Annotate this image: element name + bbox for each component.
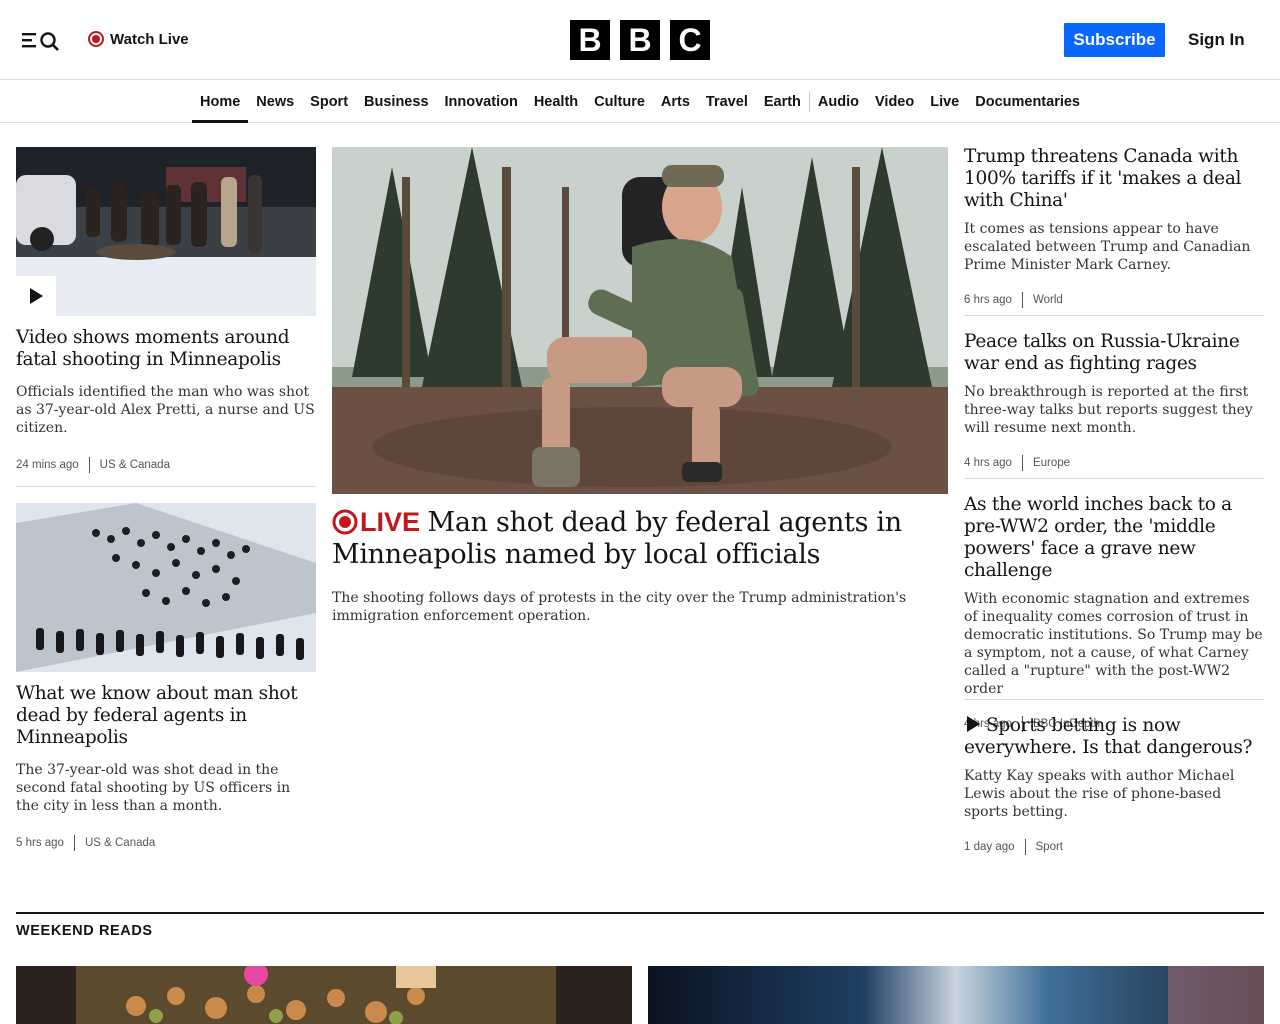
watch-live-label: Watch Live [110,30,189,48]
nav-item-culture[interactable]: Culture [586,81,653,122]
meta-divider [88,457,90,473]
story-summary: With economic stagnation and extremes of… [964,591,1263,697]
watch-live-link[interactable]: Watch Live [88,29,189,49]
story-summary: Katty Kay speaks with author Michael Lew… [964,768,1235,820]
logo-letter: B [620,20,660,60]
main-nav: Home News Sport Business Innovation Heal… [0,81,1280,123]
live-dot-icon [88,31,104,47]
story-summary: No breakthrough is reported at the first… [964,384,1253,436]
story-meta: 5 hrs ago US & Canada [16,835,316,851]
story-card[interactable]: As the world inches back to a pre-WW2 or… [964,494,1264,732]
nav-item-innovation[interactable]: Innovation [437,81,526,122]
live-label: LIVE [360,507,421,537]
top-bar: Watch Live B B C Subscribe Sign In [0,0,1280,80]
menu-search-button[interactable] [20,28,64,52]
play-icon [30,288,43,304]
play-icon [967,716,980,732]
nav-item-sport[interactable]: Sport [302,81,356,122]
lead-headline[interactable]: LIVE Man shot dead by federal agents in … [332,506,948,571]
story-summary: Officials identified the man who was sho… [16,384,315,436]
story-section[interactable]: World [1033,294,1063,306]
meta-divider [73,835,75,851]
story-time: 6 hrs ago [964,294,1012,306]
nav-item-documentaries[interactable]: Documentaries [967,81,1088,122]
meta-divider [1021,455,1023,471]
section-title: WEEKEND READS [16,923,153,939]
story-time: 24 mins ago [16,459,79,471]
logo-letter: C [670,20,710,60]
story-headline[interactable]: Trump threatens Canada with 100% tariffs… [964,146,1264,212]
sign-in-link[interactable]: Sign In [1188,28,1245,52]
live-badge: LIVE [332,507,428,537]
story-meta: 6 hrs ago World [964,292,1264,308]
subscribe-button[interactable]: Subscribe [1064,23,1165,57]
story-section[interactable]: US & Canada [100,459,170,471]
nav-item-arts[interactable]: Arts [653,81,698,122]
story-image [16,147,316,316]
story-time: 5 hrs ago [16,837,64,849]
menu-search-icon [22,32,59,51]
story-headline[interactable]: Peace talks on Russia-Ukraine war end as… [964,331,1264,375]
lead-summary: The shooting follows days of protests in… [332,590,907,624]
bbc-logo[interactable]: B B C [570,20,710,60]
nav-item-business[interactable]: Business [356,81,436,122]
divider [964,699,1264,700]
nav-item-travel[interactable]: Travel [698,81,756,122]
nav-item-video[interactable]: Video [867,81,922,122]
story-time: 4 hrs ago [964,457,1012,469]
story-time: 1 day ago [964,841,1015,853]
live-dot-icon [332,509,358,535]
story-headline[interactable]: As the world inches back to a pre-WW2 or… [964,494,1264,582]
story-meta: 4 hrs ago Europe [964,455,1264,471]
section-divider [16,912,1264,914]
divider [964,315,1264,316]
story-card[interactable]: Video shows moments around fatal shootin… [16,147,316,473]
divider [964,478,1264,479]
nav-item-audio[interactable]: Audio [810,81,867,122]
story-image [16,503,316,672]
story-card[interactable]: Trump threatens Canada with 100% tariffs… [964,146,1264,308]
story-meta: 1 day ago Sport [964,839,1264,855]
nav-item-health[interactable]: Health [526,81,586,122]
story-headline-text: Sports betting is now everywhere. Is tha… [964,715,1253,758]
story-headline[interactable]: Sports betting is now everywhere. Is tha… [964,715,1264,759]
lead-story[interactable]: LIVE Man shot dead by federal agents in … [332,147,948,625]
story-summary: It comes as tensions appear to have esca… [964,221,1251,273]
weekend-image[interactable] [16,966,632,1024]
lead-image [332,147,948,494]
story-meta: 24 mins ago US & Canada [16,457,316,473]
story-headline[interactable]: What we know about man shot dead by fede… [16,683,316,749]
play-button[interactable] [16,276,56,316]
story-card[interactable]: Peace talks on Russia-Ukraine war end as… [964,331,1264,471]
story-headline[interactable]: Video shows moments around fatal shootin… [16,327,316,371]
nav-item-home[interactable]: Home [191,81,249,123]
story-section[interactable]: Europe [1033,457,1070,469]
nav-item-earth[interactable]: Earth [756,81,809,122]
nav-item-live[interactable]: Live [922,81,967,122]
story-card[interactable]: What we know about man shot dead by fede… [16,503,316,851]
divider [16,486,316,487]
story-section[interactable]: US & Canada [85,837,155,849]
story-section[interactable]: Sport [1036,841,1064,853]
nav-item-news[interactable]: News [248,81,302,122]
story-summary: The 37-year-old was shot dead in the sec… [16,762,291,814]
story-card[interactable]: Sports betting is now everywhere. Is tha… [964,715,1264,855]
meta-divider [1024,839,1026,855]
logo-letter: B [570,20,610,60]
meta-divider [1021,292,1023,308]
weekend-image[interactable] [648,966,1264,1024]
